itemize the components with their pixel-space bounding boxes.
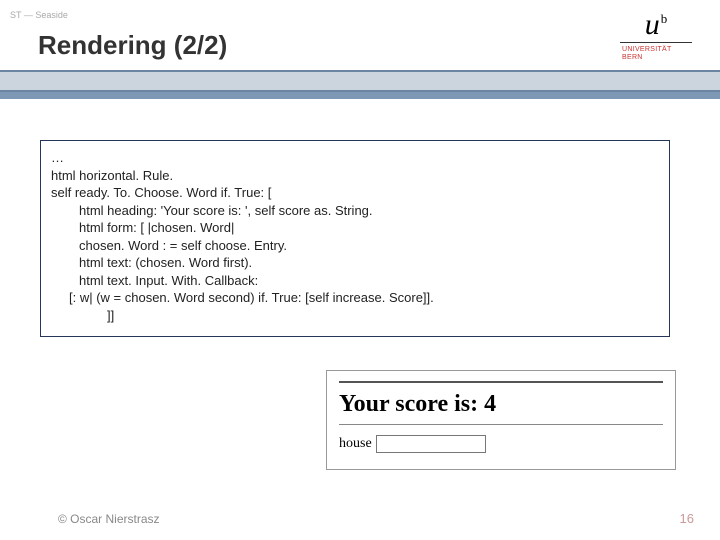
logo-letter: u xyxy=(645,8,660,41)
code-line: html text. Input. With. Callback: xyxy=(51,272,659,290)
code-line: html heading: 'Your score is: ', self sc… xyxy=(51,202,659,220)
score-heading: Your score is: 4 xyxy=(339,391,663,418)
preview-rule-mid xyxy=(339,424,663,425)
title-band xyxy=(0,70,720,92)
code-line: [: w| (w = chosen. Word second) if. True… xyxy=(51,289,659,307)
code-line: self ready. To. Choose. Word if. True: [ xyxy=(51,185,271,200)
footer-credit: © Oscar Nierstrasz xyxy=(58,512,160,526)
code-line: html form: [ |chosen. Word| xyxy=(51,219,659,237)
logo-divider xyxy=(620,42,692,43)
logo-text-1: UNIVERSITÄT xyxy=(620,46,692,54)
breadcrumb: ST — Seaside xyxy=(10,10,68,20)
code-line: html horizontal. Rule. xyxy=(51,168,173,183)
title-band-shade xyxy=(0,92,720,99)
code-line: … xyxy=(51,150,64,165)
word-row: house xyxy=(339,435,663,453)
page-title: Rendering (2/2) xyxy=(38,30,227,61)
code-block: … html horizontal. Rule. self ready. To.… xyxy=(40,140,670,337)
logo-mark: ub xyxy=(620,10,692,40)
code-line: html text: (chosen. Word first). xyxy=(51,254,659,272)
code-line: ]] xyxy=(51,307,659,325)
code-line: chosen. Word : = self choose. Entry. xyxy=(51,237,659,255)
page-number: 16 xyxy=(680,511,694,526)
preview-rule-top xyxy=(339,381,663,383)
logo-super: b xyxy=(661,11,668,26)
word-label: house xyxy=(339,436,372,451)
preview-pane: Your score is: 4 house xyxy=(326,370,676,470)
answer-input[interactable] xyxy=(376,435,486,453)
logo-text-2: BERN xyxy=(620,54,692,62)
university-logo: ub UNIVERSITÄT BERN xyxy=(618,8,694,65)
